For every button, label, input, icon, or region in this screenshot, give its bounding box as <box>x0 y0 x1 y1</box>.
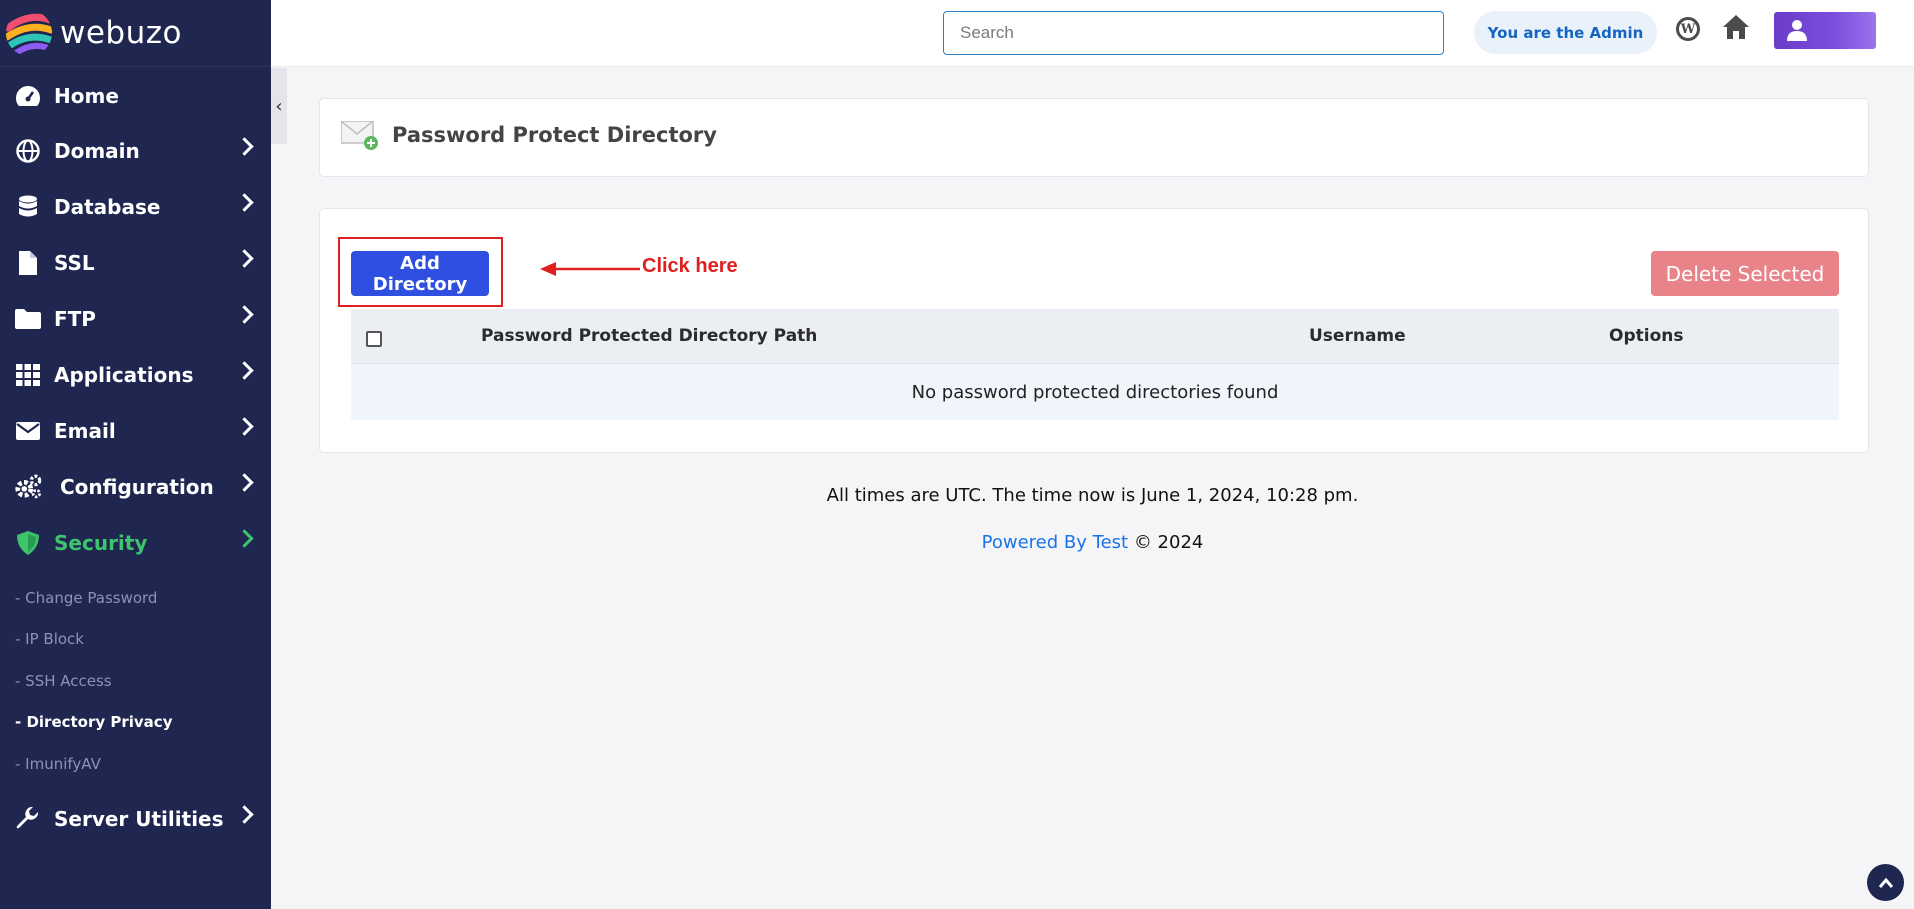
chevron-right-icon <box>235 473 254 492</box>
sidebar-item-label: SSL <box>54 251 95 275</box>
sub-item-ssh-access[interactable]: - SSH Access <box>15 672 112 690</box>
chevron-right-icon <box>235 529 254 548</box>
copyright-text: © 2024 <box>1133 532 1204 553</box>
empty-state-row: No password protected directories found <box>351 364 1839 420</box>
sub-item-directory-privacy[interactable]: - Directory Privacy <box>15 713 172 731</box>
folder-icon <box>14 305 42 333</box>
sub-item-change-password[interactable]: - Change Password <box>15 589 157 607</box>
home-icon[interactable] <box>1722 14 1750 42</box>
sidebar-item-configuration[interactable]: Configuration <box>0 464 271 510</box>
sidebar-item-label: Domain <box>54 139 140 163</box>
brand[interactable]: webuzo <box>0 0 271 67</box>
column-header-path: Password Protected Directory Path <box>481 326 818 346</box>
column-header-username: Username <box>1309 326 1406 346</box>
sidebar-item-ssl[interactable]: SSL <box>0 240 271 286</box>
sidebar-item-label: Server Utilities <box>54 807 224 831</box>
sidebar-item-email[interactable]: Email <box>0 408 271 454</box>
footer-time-text: All times are UTC. The time now is June … <box>826 485 1359 506</box>
brand-name: webuzo <box>60 15 182 51</box>
powered-by-link[interactable]: Powered By Test <box>982 532 1128 553</box>
chevron-right-icon <box>235 305 254 324</box>
shield-icon <box>14 529 42 557</box>
user-menu-button[interactable] <box>1774 12 1876 49</box>
sidebar-item-label: Security <box>54 531 148 555</box>
chevron-right-icon <box>235 805 254 824</box>
add-directory-button[interactable]: Add Directory <box>351 251 489 296</box>
chevron-right-icon <box>235 193 254 212</box>
page-title: Password Protect Directory <box>392 123 717 147</box>
column-header-options: Options <box>1609 326 1684 346</box>
sidebar-item-domain[interactable]: Domain <box>0 128 271 174</box>
select-all-checkbox[interactable] <box>366 331 382 347</box>
sidebar-item-label: Home <box>54 84 119 108</box>
sidebar: webuzo Home Domain Database SSL FTP Appl… <box>0 0 271 909</box>
webuzo-logo-icon <box>6 10 52 56</box>
footer-powered-by: Powered By Test © 2024 <box>271 532 1914 553</box>
envelope-add-icon <box>340 120 378 150</box>
sub-item-imunifyav[interactable]: - ImunifyAV <box>15 755 101 773</box>
wrench-icon <box>14 805 42 833</box>
directory-list-card: Add Directory Click here Delete Selected… <box>319 208 1869 453</box>
sidebar-item-label: Database <box>54 195 161 219</box>
chevron-right-icon <box>235 417 254 436</box>
sidebar-item-applications[interactable]: Applications <box>0 352 271 398</box>
sidebar-item-label: Applications <box>54 363 194 387</box>
sub-item-ip-block[interactable]: - IP Block <box>15 630 84 648</box>
sidebar-item-database[interactable]: Database <box>0 184 271 230</box>
database-icon <box>14 193 42 221</box>
admin-badge[interactable]: You are the Admin <box>1474 11 1657 54</box>
chevron-right-icon <box>235 137 254 156</box>
annotation-arrow-icon <box>540 262 640 276</box>
sidebar-item-label: Email <box>54 419 116 443</box>
grid-icon <box>14 361 42 389</box>
table-header: Password Protected Directory Path Userna… <box>351 309 1839 364</box>
sidebar-item-home[interactable]: Home <box>0 73 271 119</box>
sidebar-item-label: FTP <box>54 307 96 331</box>
file-icon <box>14 249 42 277</box>
directories-table: Password Protected Directory Path Userna… <box>351 309 1839 420</box>
sidebar-item-ftp[interactable]: FTP <box>0 296 271 342</box>
sidebar-collapse-button[interactable]: ‹ <box>271 68 287 144</box>
scroll-to-top-button[interactable] <box>1867 864 1904 901</box>
chevron-right-icon <box>235 249 254 268</box>
delete-selected-button[interactable]: Delete Selected <box>1651 251 1839 296</box>
sidebar-item-security[interactable]: Security <box>0 520 271 566</box>
wordpress-icon[interactable]: W <box>1676 17 1700 41</box>
chevron-up-icon <box>1878 877 1893 888</box>
chevron-right-icon <box>235 361 254 380</box>
sidebar-item-label: Configuration <box>60 475 214 499</box>
search-input[interactable] <box>943 11 1444 55</box>
annotation-label: Click here <box>642 255 738 277</box>
user-avatar-icon <box>1787 20 1807 41</box>
envelope-icon <box>14 417 42 445</box>
sidebar-item-server-utilities[interactable]: Server Utilities <box>0 796 271 842</box>
dashboard-icon <box>14 82 42 110</box>
globe-icon <box>14 137 42 165</box>
gears-icon <box>14 473 42 501</box>
page-header-card: Password Protect Directory <box>319 98 1869 177</box>
